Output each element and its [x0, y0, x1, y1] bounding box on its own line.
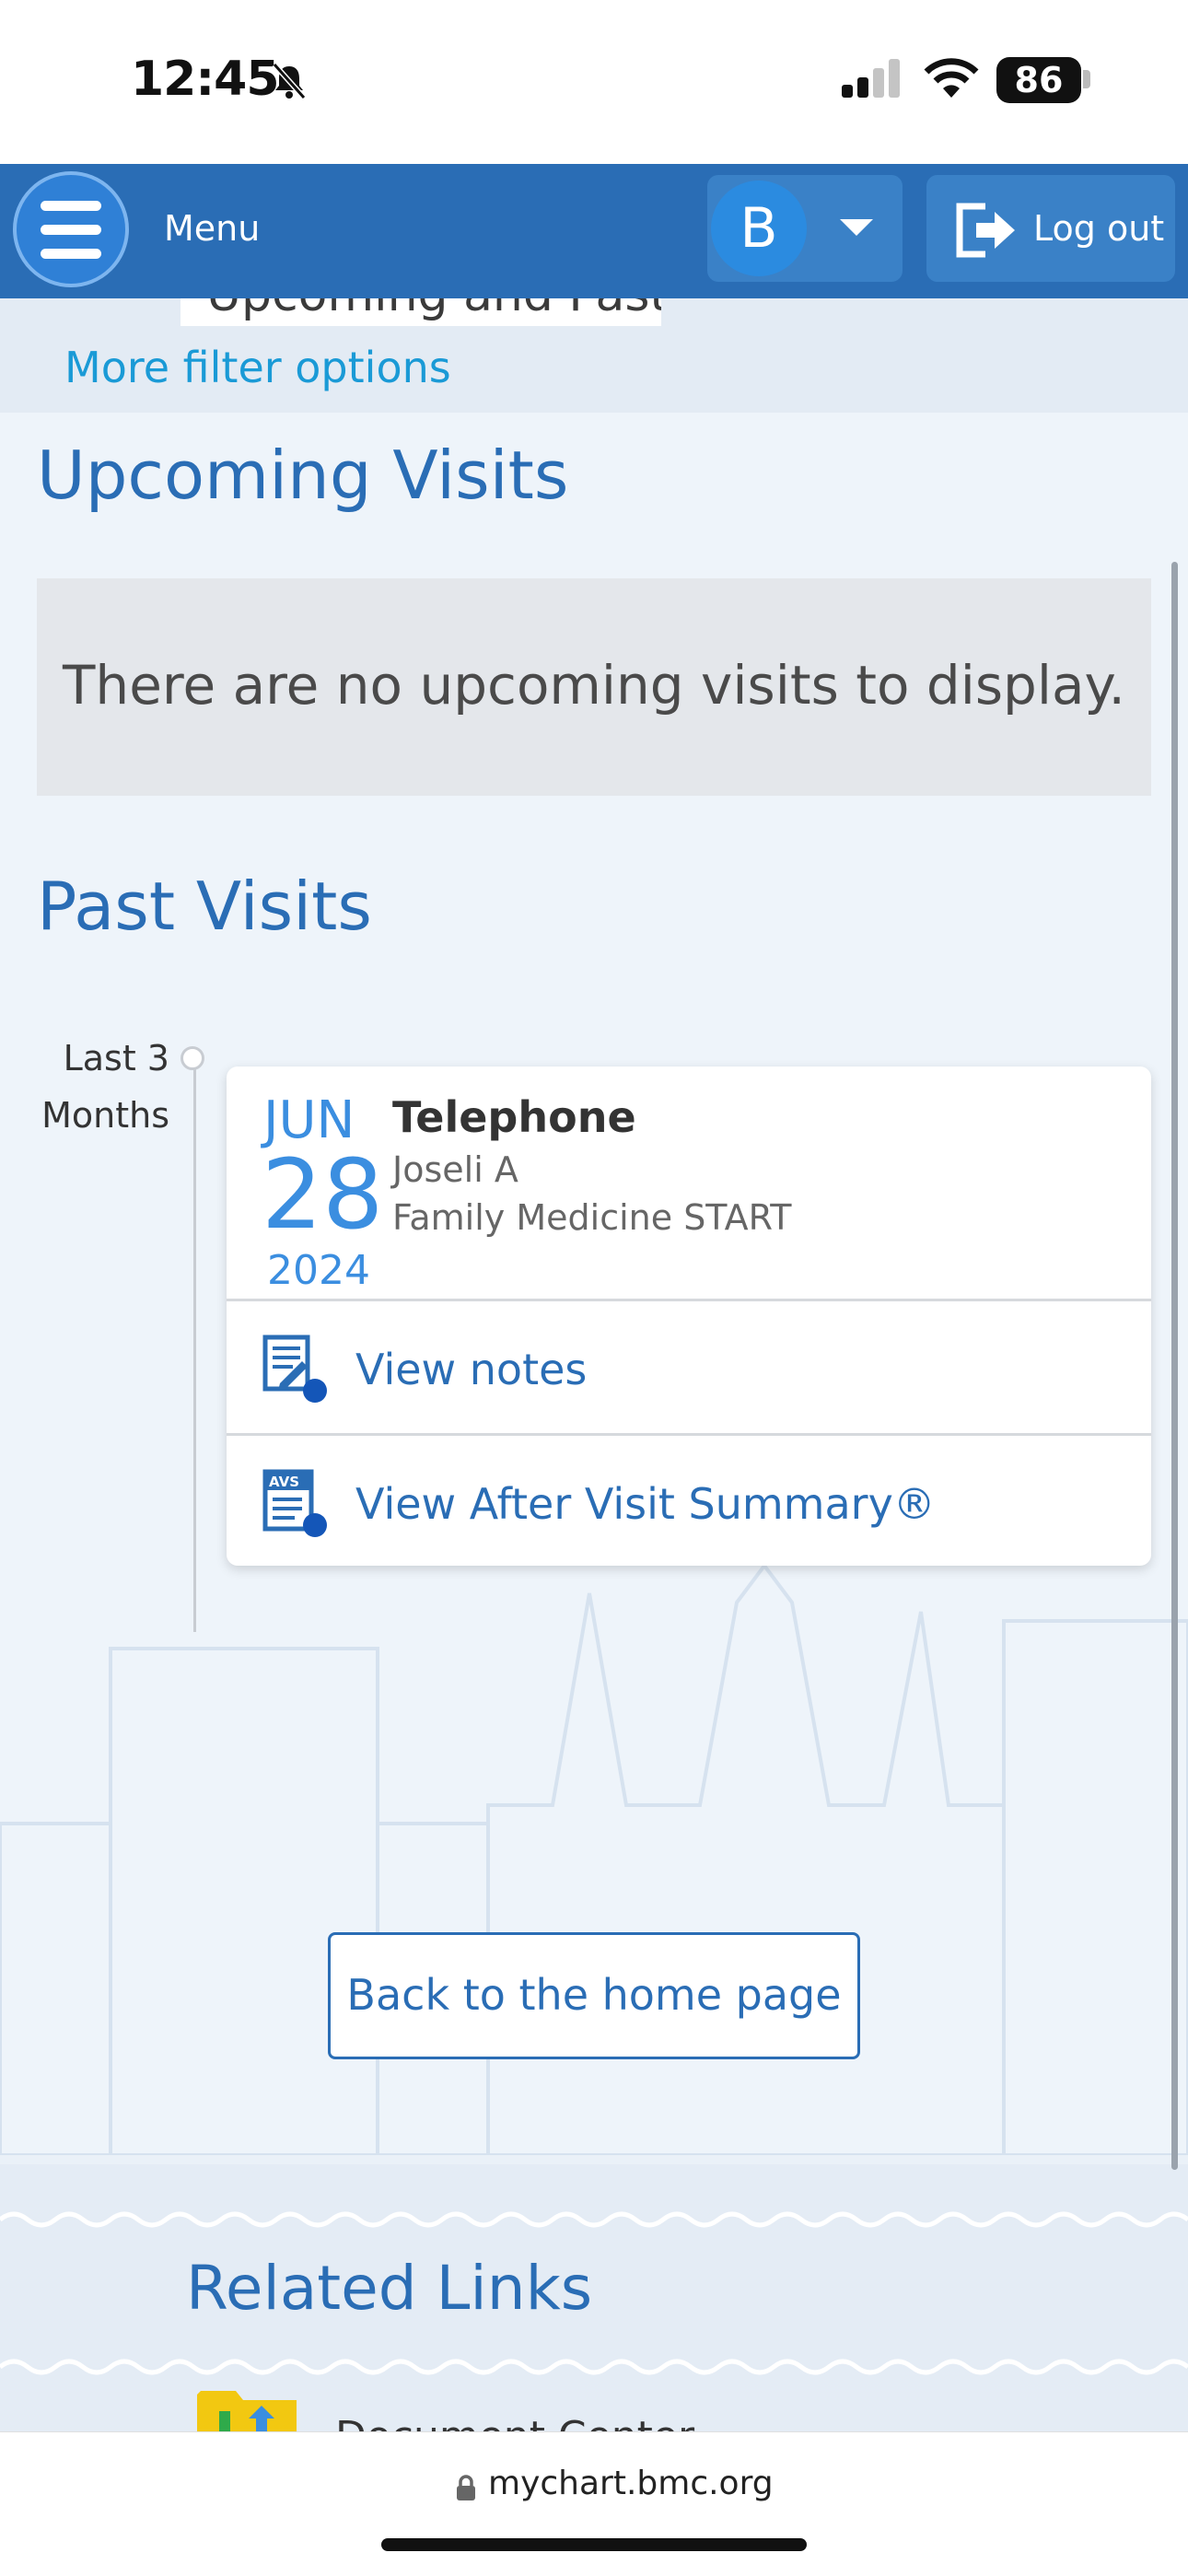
page-scrollbar[interactable] — [1171, 562, 1178, 2170]
back-to-home-button[interactable]: Back to the home page — [328, 1932, 860, 2059]
logout-label[interactable]: Log out — [1033, 208, 1164, 249]
home-indicator[interactable] — [381, 2538, 807, 2551]
hamburger-icon-line — [41, 249, 101, 259]
battery-level: 86 — [996, 57, 1081, 103]
past-visits-heading: Past Visits — [37, 868, 372, 945]
upcoming-visits-heading: Upcoming Visits — [37, 437, 569, 514]
chevron-down-icon[interactable] — [840, 219, 873, 236]
svg-text:AVS: AVS — [269, 1474, 299, 1490]
wave-divider — [0, 2211, 1188, 2375]
battery-cap — [1083, 70, 1090, 88]
cellular-signal-icon — [842, 59, 900, 98]
visit-period-select[interactable]: Upcoming and Past — [181, 298, 661, 326]
view-after-visit-summary-link[interactable]: View After Visit Summary® — [355, 1479, 936, 1529]
visit-year: 2024 — [267, 1247, 370, 1294]
card-divider — [227, 1299, 1151, 1301]
visit-period-value[interactable]: Upcoming and Past — [206, 298, 661, 322]
visit-type[interactable]: Telephone — [392, 1092, 636, 1142]
more-filter-options-link[interactable]: More filter options — [64, 343, 451, 392]
lock-icon — [457, 2475, 475, 2500]
hamburger-icon — [41, 201, 101, 211]
card-divider — [227, 1433, 1151, 1436]
visit-department: Family Medicine START — [392, 1197, 792, 1238]
related-links-section — [0, 2164, 1188, 2433]
logout-icon[interactable] — [954, 203, 1019, 258]
wifi-icon — [924, 58, 979, 98]
menu-label[interactable]: Menu — [164, 208, 260, 249]
timeline-line — [193, 1059, 196, 1632]
menu-button[interactable] — [13, 171, 129, 287]
timeline-period-label: Last 3 Months — [41, 1038, 169, 1136]
city-skyline-illustration — [0, 1562, 1188, 2155]
browser-url-bar[interactable] — [0, 2431, 1188, 2576]
url-text[interactable]: mychart.bmc.org — [488, 2465, 774, 2502]
hamburger-icon-line — [41, 225, 101, 235]
visit-day: 28 — [262, 1138, 384, 1251]
related-links-heading: Related Links — [186, 2253, 593, 2324]
silent-bell-icon — [272, 63, 307, 99]
status-time: 12:45 — [131, 52, 280, 107]
folder-icon[interactable] — [197, 2387, 297, 2431]
after-visit-summary-icon[interactable]: AVS — [262, 1468, 328, 1540]
notes-icon[interactable] — [262, 1334, 328, 1405]
avatar[interactable]: B — [711, 181, 807, 276]
visit-provider: Joseli A — [392, 1149, 518, 1190]
view-notes-link[interactable]: View notes — [355, 1345, 587, 1394]
timeline-dot — [181, 1046, 204, 1070]
empty-state-message: There are no upcoming visits to display. — [63, 654, 1125, 717]
